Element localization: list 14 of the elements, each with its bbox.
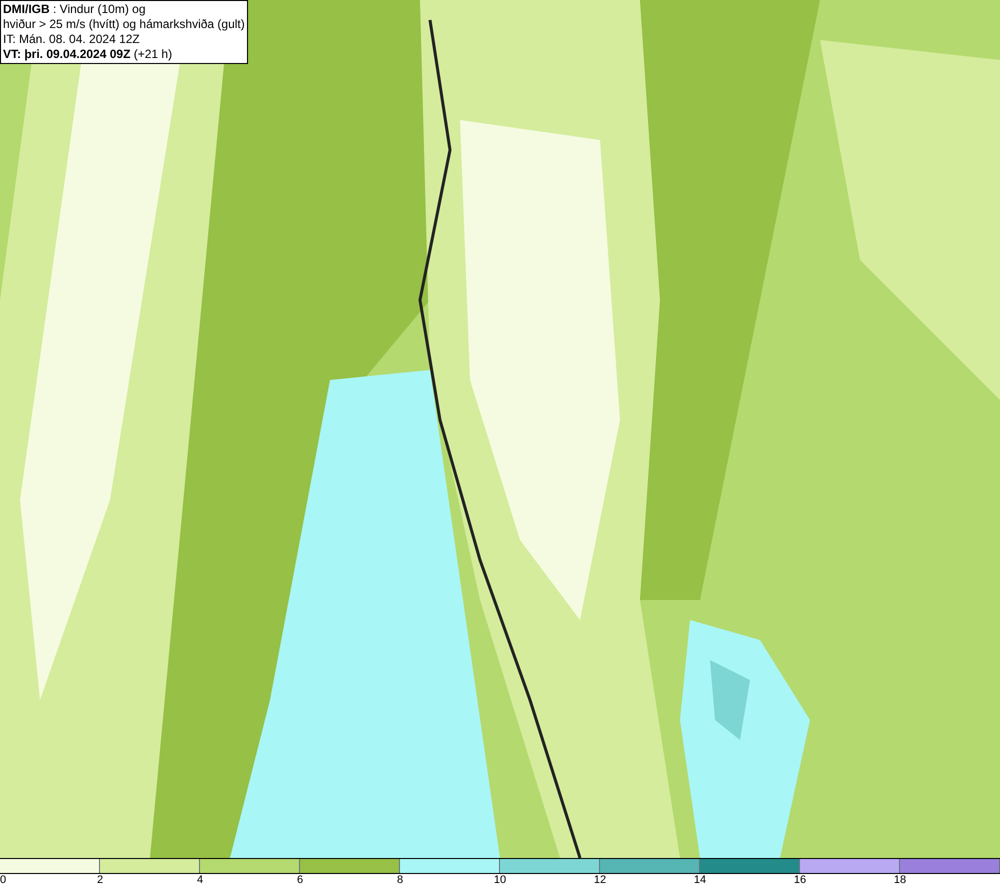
title-line: hviður > 25 m/s (hvítt) og hámarkshviða (gult) [3, 17, 245, 32]
scale-label: 14 [694, 874, 706, 887]
scale-label: 12 [594, 874, 606, 887]
scale-label: 0 [0, 874, 6, 887]
scale-label: 2 [96, 874, 104, 887]
scale-label: 8 [396, 874, 404, 887]
title-line: DMI/IGB : Vindur (10m) og [3, 2, 146, 17]
scale-label: 10 [494, 874, 506, 887]
title-line: IT: Mán. 08. 04. 2024 12Z [3, 32, 141, 47]
scale-label: 16 [794, 874, 806, 887]
scale-label: 4 [196, 874, 204, 887]
scale-label: 18 [894, 874, 906, 887]
title-line: VT: þri. 09.04.2024 09Z (+21 h) [3, 47, 174, 62]
scale-label: 6 [296, 874, 304, 887]
